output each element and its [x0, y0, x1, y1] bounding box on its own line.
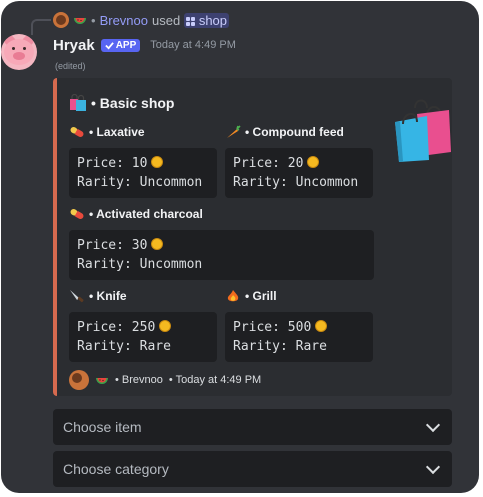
price-text: Price: 20	[233, 156, 304, 171]
price-line: Price: 10	[77, 154, 209, 173]
price-text: Price: 500	[233, 320, 312, 335]
coin-icon	[151, 238, 164, 250]
embed-title: • Basic shop	[69, 94, 174, 112]
fire-icon	[227, 290, 239, 302]
price-text: Price: 250	[77, 320, 156, 335]
choose-category-placeholder: Choose category	[63, 461, 169, 477]
price-line: Price: 250	[77, 318, 209, 337]
carrot-icon	[227, 125, 241, 138]
embed: • Basic shop • Laxative Price: 10 Rarity…	[53, 78, 452, 396]
price-text: Price: 10	[77, 156, 148, 171]
choose-category-select[interactable]: Choose category	[53, 451, 452, 487]
price-line: Price: 500	[233, 318, 365, 337]
shopping-bags-icon	[70, 94, 86, 111]
footer-user: • Brevnoo	[115, 374, 163, 386]
price-codeblock: Price: 30 Rarity: Uncommon	[69, 230, 374, 280]
pill-icon	[70, 209, 84, 219]
field-name-text: • Activated charcoal	[89, 207, 203, 221]
reply-preview[interactable]: • Brevnoo used shop	[53, 11, 230, 29]
pill-icon	[70, 127, 84, 137]
chevron-down-icon	[425, 459, 441, 475]
choose-item-placeholder: Choose item	[63, 419, 142, 435]
field-name: • Laxative	[69, 124, 217, 140]
watermelon-icon	[96, 378, 108, 384]
command-name: shop	[198, 12, 228, 28]
chevron-down-icon	[425, 417, 441, 433]
price-text: Price: 30	[77, 238, 148, 253]
message-header: Hryak APP Today at 4:49 PM	[53, 35, 236, 55]
shop-item-field: • Activated charcoal Price: 30 Rarity: U…	[69, 206, 374, 280]
embed-footer: • Brevnoo • Today at 4:49 PM	[69, 370, 261, 390]
field-name: • Activated charcoal	[69, 206, 374, 222]
reply-verb: used	[151, 12, 181, 28]
message-container: • Brevnoo used shop Hryak APP Today at 4…	[1, 1, 479, 493]
field-name: • Knife	[69, 288, 217, 304]
field-name-text: • Compound feed	[245, 125, 344, 139]
rarity-text: Rarity: Uncommon	[77, 175, 203, 190]
knife-icon	[70, 290, 84, 303]
choose-item-select[interactable]: Choose item	[53, 409, 452, 445]
price-codeblock: Price: 500 Rarity: Rare	[225, 312, 373, 362]
shop-item-field: • Grill Price: 500 Rarity: Rare	[225, 288, 373, 362]
coin-icon	[151, 156, 164, 168]
rarity-text: Rarity: Uncommon	[233, 175, 359, 190]
rarity-text: Rarity: Rare	[77, 339, 171, 354]
rarity-text: Rarity: Uncommon	[77, 257, 203, 272]
reply-username[interactable]: Brevnoo	[100, 13, 148, 28]
reply-avatar[interactable]	[53, 12, 69, 28]
shopping-bags-thumbnail[interactable]	[393, 96, 453, 164]
checkmark-icon	[104, 41, 114, 50]
price-codeblock: Price: 250 Rarity: Rare	[69, 312, 217, 362]
field-name: • Grill	[225, 288, 373, 304]
footer-timestamp: • Today at 4:49 PM	[168, 374, 262, 386]
footer-avatar	[69, 370, 89, 390]
shop-item-field: • Compound feed Price: 20 Rarity: Uncomm…	[225, 124, 373, 198]
app-badge: APP	[100, 38, 141, 52]
reply-connector	[31, 19, 51, 35]
price-codeblock: Price: 20 Rarity: Uncommon	[225, 148, 373, 198]
rarity-text: Rarity: Rare	[233, 339, 327, 354]
price-codeblock: Price: 10 Rarity: Uncommon	[69, 148, 217, 198]
price-line: Price: 30	[77, 236, 366, 255]
app-badge-label: APP	[115, 39, 137, 51]
field-name: • Compound feed	[225, 124, 373, 140]
author-name[interactable]: Hryak	[53, 37, 95, 54]
coin-icon	[159, 320, 172, 332]
shop-item-field: • Knife Price: 250 Rarity: Rare	[69, 288, 217, 362]
coin-icon	[315, 320, 328, 332]
edited-label: (edited)	[55, 61, 86, 71]
message-timestamp[interactable]: Today at 4:49 PM	[150, 39, 236, 51]
separator-dot: •	[91, 12, 96, 28]
coin-icon	[307, 156, 320, 168]
price-line: Price: 20	[233, 154, 365, 173]
command-icon	[186, 16, 196, 26]
field-name-text: • Laxative	[89, 125, 145, 139]
shop-item-field: • Laxative Price: 10 Rarity: Uncommon	[69, 124, 217, 198]
avatar[interactable]	[1, 34, 37, 70]
field-name-text: • Grill	[245, 289, 277, 303]
field-name-text: • Knife	[89, 289, 127, 303]
embed-title-text: • Basic shop	[91, 95, 175, 111]
watermelon-icon	[74, 18, 86, 24]
command-mention[interactable]: shop	[184, 12, 230, 28]
